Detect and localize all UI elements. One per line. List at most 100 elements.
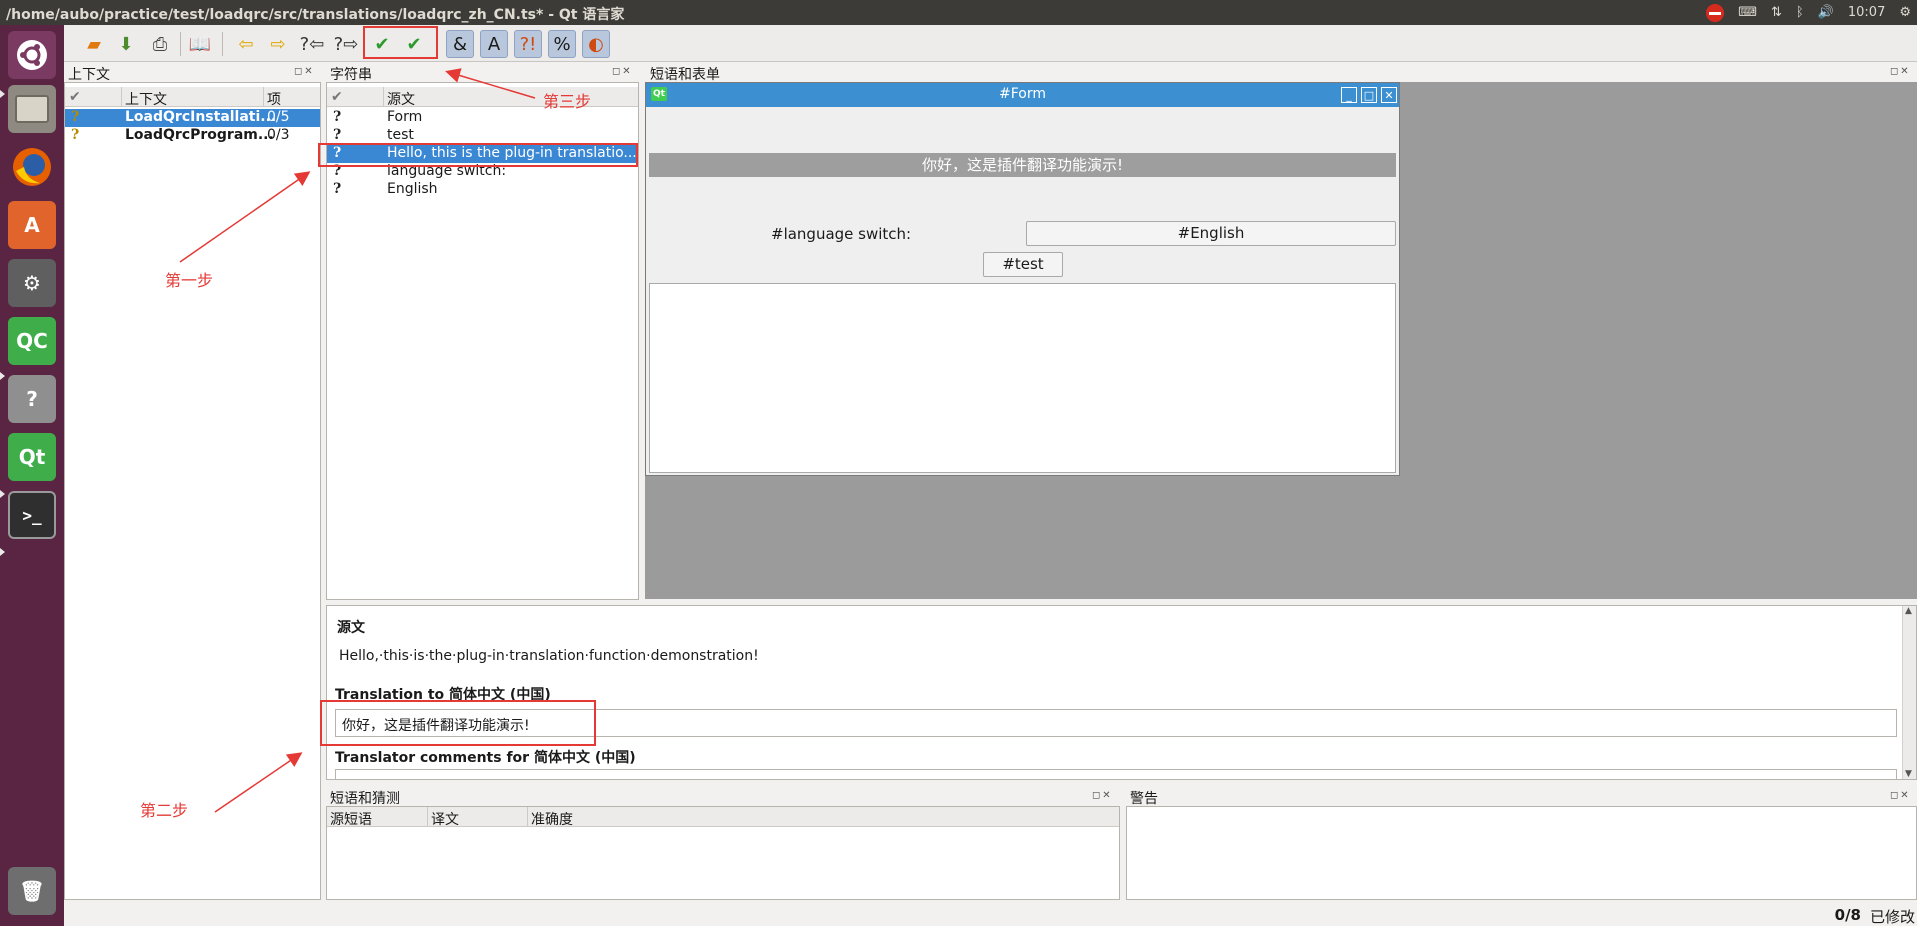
- next-unfinished-icon[interactable]: ?⇨: [332, 30, 360, 58]
- hello-label: 你好，这是插件翻译功能演示!: [649, 153, 1396, 177]
- context-pane: ✔ 上下文 项 ? LoadQrcInstallati... 0/5 ? Loa…: [64, 82, 321, 900]
- window-titlebar: /home/aubo/practice/test/loadqrc/src/tra…: [0, 0, 1917, 25]
- system-settings-icon[interactable]: ⚙: [8, 259, 56, 307]
- scroll-up-icon[interactable]: ▲: [1905, 606, 1912, 616]
- strings-pane-title: 字符串: [330, 67, 372, 83]
- step2-highlight: [320, 700, 596, 746]
- context-col-header[interactable]: 上下文: [125, 89, 167, 109]
- maximize-icon[interactable]: □: [1361, 87, 1377, 103]
- form-preview-window: Qt #Form _ □ ✕ 你好，这是插件翻译功能演示! #language …: [645, 82, 1400, 476]
- modified-status: 已修改: [1869, 908, 1915, 926]
- step3-label: 第三步: [543, 92, 592, 111]
- main-toolbar: ▰ ⬇ ⎙ 📖 ⇦ ⇨ ?⇦ ?⇨ ✔ ✔ & A ?! % ◐: [64, 25, 1917, 62]
- items-col-header[interactable]: 项: [267, 89, 281, 109]
- phrase-matches-icon[interactable]: ?!: [514, 30, 542, 58]
- next-arrow-icon[interactable]: ⇨: [264, 30, 292, 58]
- bluetooth-icon[interactable]: ᛒ: [1796, 5, 1804, 20]
- place-marker-icon[interactable]: %: [548, 30, 576, 58]
- warnings-pane: [1126, 806, 1917, 900]
- source-phrase-col-header[interactable]: 源短语: [330, 809, 372, 829]
- status-bar: 0/8 已修改: [64, 902, 1917, 926]
- running-indicator: [0, 372, 5, 380]
- context-header: ✔ 上下文 项: [65, 87, 320, 109]
- help-icon[interactable]: ?: [8, 375, 56, 423]
- strings-header: ✔ 源文: [327, 87, 638, 109]
- ubuntu-logo-icon[interactable]: [8, 31, 56, 79]
- form-text-area[interactable]: [649, 283, 1396, 473]
- accuracy-col-header[interactable]: 准确度: [531, 809, 573, 829]
- form-window-title: #Form: [999, 86, 1046, 102]
- keyboard-icon[interactable]: ⌨: [1738, 5, 1757, 20]
- scroll-down-icon[interactable]: ▼: [1905, 769, 1912, 779]
- question-icon: ?: [71, 109, 80, 125]
- qt-linguist-icon[interactable]: Qt: [8, 433, 56, 481]
- firefox-icon[interactable]: [8, 143, 56, 191]
- context-row[interactable]: ? LoadQrcProgram... 0/3: [65, 127, 320, 145]
- window-title: /home/aubo/practice/test/loadqrc/src/tra…: [6, 7, 625, 23]
- question-icon: ?: [71, 127, 80, 143]
- context-row[interactable]: ? LoadQrcInstallati... 0/5: [65, 109, 320, 127]
- running-indicator: [0, 548, 5, 556]
- test-button[interactable]: #test: [983, 252, 1063, 277]
- gear-icon[interactable]: ⚙: [1899, 5, 1911, 20]
- prev-arrow-icon[interactable]: ⇦: [232, 30, 260, 58]
- step2-label: 第二步: [140, 801, 189, 820]
- qt-creator-icon[interactable]: QC: [8, 317, 56, 365]
- dock-float-close-icon[interactable]: ◻✕: [1890, 790, 1911, 801]
- translation-col-header[interactable]: 译文: [431, 809, 459, 829]
- forms-pane-title: 短语和表单: [650, 67, 720, 83]
- english-button[interactable]: #English: [1026, 221, 1396, 246]
- prev-unfinished-icon[interactable]: ?⇦: [298, 30, 326, 58]
- editor-scrollbar[interactable]: ▲ ▼: [1902, 606, 1916, 779]
- file-manager-icon[interactable]: [8, 85, 56, 133]
- context-pane-title: 上下文: [68, 67, 110, 83]
- dock-float-close-icon[interactable]: ◻✕: [1890, 66, 1911, 77]
- system-tray: ⌨ ⇅ ᛒ 🔊 10:07 ⚙: [1706, 2, 1911, 23]
- unity-launcher: A ⚙ QC ? Qt >_ 🗑: [0, 25, 64, 926]
- phrase-book-icon[interactable]: 📖: [186, 30, 214, 58]
- warnings-pane-title: 警告: [1130, 791, 1158, 807]
- running-indicator: [0, 490, 5, 498]
- progress-count: 0/8: [1834, 906, 1861, 924]
- dock-float-close-icon[interactable]: ◻✕: [612, 66, 633, 77]
- translation-editor: 源文 Hello,·this·is·the·plug-in·translatio…: [326, 605, 1917, 780]
- trash-icon[interactable]: 🗑: [8, 867, 56, 915]
- step1-label: 第一步: [165, 271, 214, 290]
- phrases-pane-title: 短语和猜测: [330, 791, 400, 807]
- phrases-header: 源短语 译文 准确度: [327, 807, 1119, 829]
- network-icon[interactable]: ⇅: [1771, 5, 1782, 20]
- save-icon[interactable]: ⬇: [112, 30, 140, 58]
- question-icon: ?: [333, 127, 342, 143]
- check-icon: ✔: [69, 89, 81, 105]
- source-col-header[interactable]: 源文: [387, 89, 415, 109]
- clock[interactable]: 10:07: [1848, 5, 1885, 20]
- running-indicator: [0, 90, 5, 98]
- volume-icon[interactable]: 🔊: [1818, 5, 1834, 20]
- source-heading: 源文: [337, 620, 365, 636]
- length-check-icon[interactable]: ◐: [582, 30, 610, 58]
- check-icon: ✔: [331, 89, 343, 105]
- form-window-titlebar: Qt #Form _ □ ✕: [646, 83, 1399, 107]
- dock-float-close-icon[interactable]: ◻✕: [1092, 790, 1113, 801]
- string-row[interactable]: ? Form: [327, 109, 638, 127]
- question-icon: ?: [333, 109, 342, 125]
- question-icon: ?: [333, 181, 342, 197]
- comments-label: Translator comments for 简体中文 (中国): [335, 750, 636, 766]
- punctuation-icon[interactable]: A: [480, 30, 508, 58]
- open-icon[interactable]: ▰: [80, 30, 108, 58]
- string-row[interactable]: ? English: [327, 181, 638, 199]
- terminal-icon[interactable]: >_: [8, 491, 56, 539]
- accelerators-icon[interactable]: &: [446, 30, 474, 58]
- step3-highlight: [363, 26, 438, 59]
- minimize-icon[interactable]: _: [1341, 87, 1357, 103]
- source-text: Hello,·this·is·the·plug-in·translation·f…: [339, 648, 759, 664]
- print-icon[interactable]: ⎙: [146, 30, 174, 58]
- dock-float-close-icon[interactable]: ◻✕: [294, 66, 315, 77]
- comments-input[interactable]: [335, 769, 1897, 779]
- step1-highlight: [318, 143, 638, 167]
- close-icon[interactable]: ✕: [1381, 87, 1397, 103]
- phrases-pane: 源短语 译文 准确度: [326, 806, 1120, 900]
- language-switch-label: #language switch:: [771, 225, 912, 243]
- software-center-icon[interactable]: A: [8, 201, 56, 249]
- no-entry-icon[interactable]: [1706, 3, 1725, 22]
